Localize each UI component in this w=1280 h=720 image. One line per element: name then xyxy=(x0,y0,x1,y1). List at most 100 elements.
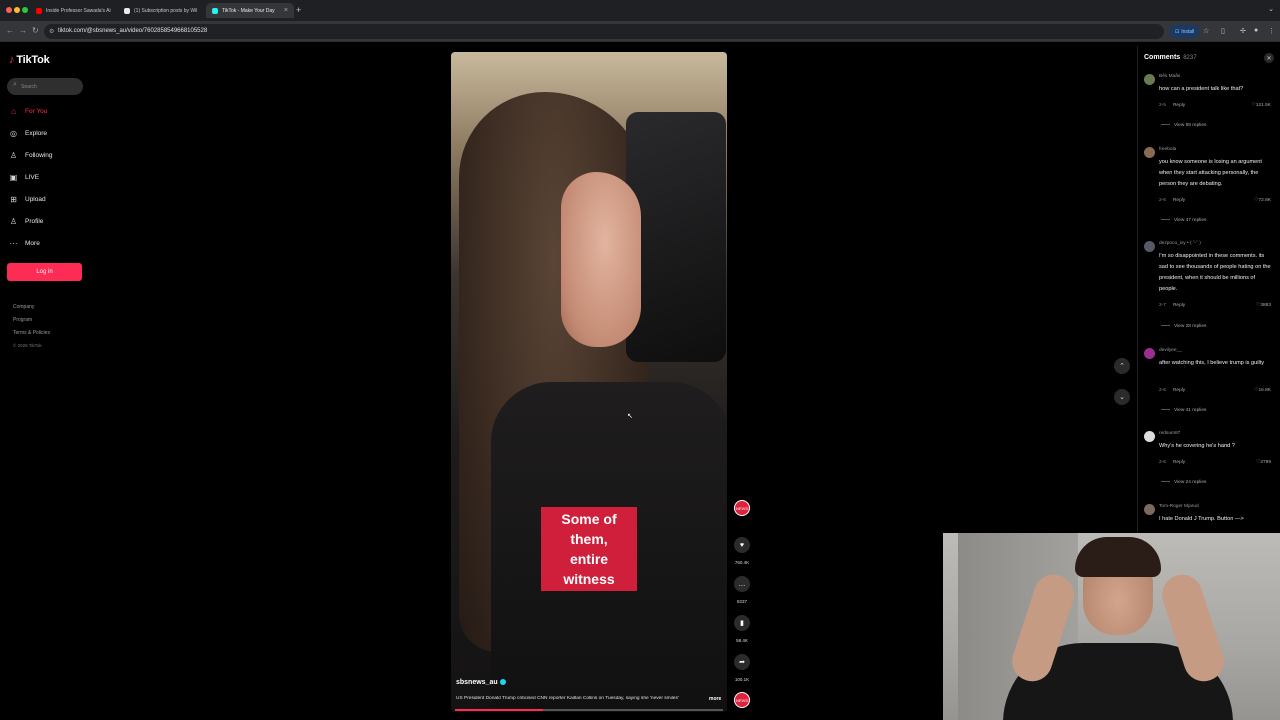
youtube-icon xyxy=(36,7,42,14)
comment-like[interactable]: ♡3883 xyxy=(1256,303,1271,308)
commenter-avatar[interactable] xyxy=(1144,348,1155,359)
install-label: Install xyxy=(1181,28,1195,35)
login-button[interactable]: Log in xyxy=(7,263,82,281)
like-count: 760.4K xyxy=(734,560,750,565)
footer-program-link[interactable]: Program xyxy=(13,317,32,323)
footer-company-link[interactable]: Company xyxy=(13,304,34,310)
bookmark-star-icon[interactable]: ☆ xyxy=(1203,27,1209,35)
comment-like[interactable]: ♡121.5K xyxy=(1251,103,1271,108)
browser-tab-x[interactable]: (1) Subscription posts by Wil xyxy=(118,3,204,18)
video-progress-bar[interactable] xyxy=(455,709,723,711)
view-replies-button[interactable]: View 28 replies xyxy=(1161,324,1206,329)
comment-like-count: 16.8K xyxy=(1258,388,1271,393)
like-button[interactable]: ♥ xyxy=(734,537,750,553)
minimize-window-button[interactable] xyxy=(14,7,20,13)
site-info-icon[interactable]: ⚙ xyxy=(49,28,54,35)
close-window-button[interactable] xyxy=(6,7,12,13)
commenter-name[interactable]: devilyee__ xyxy=(1159,348,1182,353)
reply-button[interactable]: Reply xyxy=(1173,460,1185,465)
search-input[interactable] xyxy=(21,81,79,92)
share-count: 100.1K xyxy=(734,677,750,682)
maximize-window-button[interactable] xyxy=(22,7,28,13)
video-frame-camera xyxy=(626,112,726,362)
view-replies-button[interactable]: View 41 replies xyxy=(1161,408,1206,413)
nav-label: For You xyxy=(25,108,48,115)
profile-avatar-icon[interactable]: ● xyxy=(1254,27,1258,34)
tiktok-logo[interactable]: ♪ TikTok xyxy=(9,54,50,66)
caption-line-1: Some of them, xyxy=(561,511,617,547)
browser-tab-bar: Inside Professor Sawada's Ai (1) Subscri… xyxy=(0,0,1280,21)
commenter-avatar[interactable] xyxy=(1144,147,1155,158)
nav-explore[interactable]: ◎ Explore xyxy=(9,129,47,138)
reply-button[interactable]: Reply xyxy=(1173,388,1185,393)
nav-following[interactable]: ♙ Following xyxy=(9,151,53,160)
save-button[interactable]: ▮ xyxy=(734,615,750,631)
close-comments-button[interactable]: ✕ xyxy=(1264,53,1274,63)
search-icon: ⌕ xyxy=(13,81,17,88)
sound-avatar-button[interactable]: NEWS xyxy=(734,692,750,708)
nav-label: Upload xyxy=(25,196,46,203)
commenter-name[interactable]: Tom-Roger Mjarud xyxy=(1159,504,1199,509)
commenter-name[interactable]: Bês Maâs xyxy=(1159,74,1180,79)
author-name[interactable]: sbsnews_au xyxy=(456,679,498,686)
creator-avatar-button[interactable]: NEWS xyxy=(734,500,750,516)
nav-upload[interactable]: ⊞ Upload xyxy=(9,195,46,204)
url-text[interactable]: tiktok.com/@sbsnews_au/video/76028585496… xyxy=(58,28,207,34)
comment-like[interactable]: ♡16.8K xyxy=(1254,388,1271,393)
install-app-button[interactable]: ⊡ Install xyxy=(1170,25,1200,38)
previous-video-button[interactable]: ⌃ xyxy=(1114,358,1130,374)
description-more-button[interactable]: more xyxy=(709,696,721,702)
footer-terms-link[interactable]: Terms & Policies xyxy=(13,330,50,336)
reply-button[interactable]: Reply xyxy=(1173,198,1185,203)
view-replies-button[interactable]: View 58 replies xyxy=(1161,123,1206,128)
comment-text: I hate Donald J Trump. Button —> xyxy=(1159,516,1244,522)
comment-like[interactable]: ♡72.8K xyxy=(1254,198,1271,203)
tab-search-chevron-icon[interactable]: ⌄ xyxy=(1268,5,1274,13)
nav-profile[interactable]: ♙ Profile xyxy=(9,217,44,226)
nav-for-you[interactable]: ⌂ For You xyxy=(9,107,47,116)
next-video-button[interactable]: ⌄ xyxy=(1114,389,1130,405)
commenter-avatar[interactable] xyxy=(1144,241,1155,252)
forward-button[interactable]: → xyxy=(19,26,27,35)
browser-tab-youtube[interactable]: Inside Professor Sawada's Ai xyxy=(30,3,116,18)
reply-button[interactable]: Reply xyxy=(1173,303,1185,308)
nav-more[interactable]: ··· More xyxy=(9,239,40,248)
nav-label: LIVE xyxy=(25,174,40,181)
share-button[interactable]: ➦ xyxy=(734,654,750,670)
nav-label: Explore xyxy=(25,130,48,137)
extensions-icon[interactable]: ▯ xyxy=(1221,27,1225,35)
back-button[interactable]: ← xyxy=(6,26,14,35)
install-icon: ⊡ xyxy=(1175,28,1180,35)
reply-button[interactable]: Reply xyxy=(1173,103,1185,108)
commenter-avatar[interactable] xyxy=(1144,431,1155,442)
commenter-avatar[interactable] xyxy=(1144,504,1155,515)
new-tab-button[interactable]: + xyxy=(296,5,301,15)
commenter-avatar[interactable] xyxy=(1144,74,1155,85)
close-tab-icon[interactable]: × xyxy=(284,7,288,14)
search-box[interactable]: ⌕ xyxy=(7,78,83,95)
browser-toolbar: ← → ↻ ⚙ tiktok.com/@sbsnews_au/video/760… xyxy=(0,21,1280,42)
comment-like[interactable]: ♡2789 xyxy=(1256,460,1271,465)
commenter-name[interactable]: freebola xyxy=(1159,147,1176,152)
comment-button[interactable]: … xyxy=(734,576,750,592)
commenter-name[interactable]: dezpoco_ivy • ( ˘ᵕ˘ ) xyxy=(1159,241,1201,246)
webcam-person-hair xyxy=(1075,537,1161,577)
commenter-name[interactable]: redsum87 xyxy=(1159,431,1180,436)
video-author[interactable]: sbsnews_au xyxy=(456,679,506,686)
comment-count: 8237 xyxy=(736,599,747,604)
address-bar[interactable]: ⚙ tiktok.com/@sbsnews_au/video/760285854… xyxy=(44,24,1164,39)
browser-menu-icon[interactable]: ⋮ xyxy=(1268,27,1275,35)
nav-live[interactable]: ▣ LIVE xyxy=(9,173,39,182)
comment-meta: 2-6 Reply xyxy=(1159,388,1185,393)
nav-label: Profile xyxy=(25,218,44,225)
tiktok-icon xyxy=(212,7,218,14)
tiktok-note-icon: ♪ xyxy=(9,54,15,66)
browser-tab-tiktok[interactable]: TikTok - Make Your Day × xyxy=(206,3,294,18)
live-icon: ▣ xyxy=(9,173,18,182)
view-replies-button[interactable]: View 47 replies xyxy=(1161,218,1206,223)
person-icon: ♙ xyxy=(9,151,18,160)
reload-button[interactable]: ↻ xyxy=(32,26,39,35)
view-replies-button[interactable]: View 24 replies xyxy=(1161,480,1206,485)
video-player[interactable]: Some of them, entire witness xyxy=(451,52,727,712)
puzzle-icon[interactable]: ✢ xyxy=(1240,27,1246,35)
